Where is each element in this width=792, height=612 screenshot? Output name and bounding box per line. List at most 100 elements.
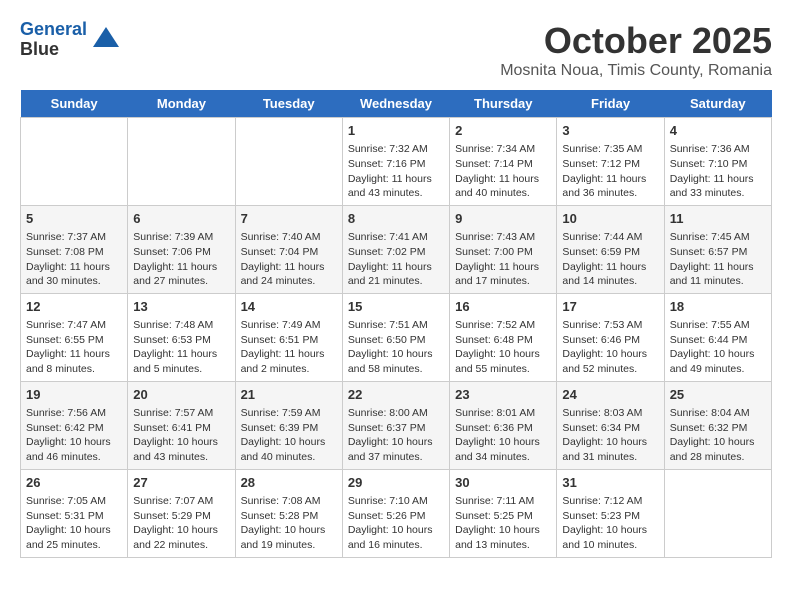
day-info: Sunrise: 7:59 AM Sunset: 6:39 PM Dayligh… (241, 406, 337, 465)
title-block: October 2025 Mosnita Noua, Timis County,… (500, 20, 772, 80)
calendar-cell: 30 Sunrise: 7:11 AM Sunset: 5:25 PM Dayli… (450, 469, 557, 557)
calendar-cell: 31 Sunrise: 7:12 AM Sunset: 5:23 PM Dayli… (557, 469, 664, 557)
weekday-header-monday: Monday (128, 90, 235, 118)
day-info: Sunrise: 7:05 AM Sunset: 5:31 PM Dayligh… (26, 494, 122, 553)
weekday-header-row: SundayMondayTuesdayWednesdayThursdayFrid… (21, 90, 772, 118)
day-number: 23 (455, 386, 551, 404)
week-row-4: 19Sunrise: 7:56 AM Sunset: 6:42 PM Dayli… (21, 381, 772, 469)
page-header: GeneralBlue October 2025 Mosnita Noua, T… (20, 20, 772, 80)
calendar-cell: 19Sunrise: 7:56 AM Sunset: 6:42 PM Dayli… (21, 381, 128, 469)
calendar-cell: 4 Sunrise: 7:36 AM Sunset: 7:10 PM Daylig… (664, 118, 771, 206)
week-row-5: 26 Sunrise: 7:05 AM Sunset: 5:31 PM Dayli… (21, 469, 772, 557)
calendar-cell: 26 Sunrise: 7:05 AM Sunset: 5:31 PM Dayli… (21, 469, 128, 557)
day-info: Sunrise: 7:53 AM Sunset: 6:46 PM Dayligh… (562, 318, 658, 377)
day-number: 12 (26, 298, 122, 316)
calendar-cell: 28 Sunrise: 7:08 AM Sunset: 5:28 PM Dayli… (235, 469, 342, 557)
day-info: Sunrise: 7:39 AM Sunset: 7:06 PM Dayligh… (133, 230, 229, 289)
day-number: 7 (241, 210, 337, 228)
calendar-cell: 9 Sunrise: 7:43 AM Sunset: 7:00 PM Daylig… (450, 205, 557, 293)
calendar-cell: 15 Sunrise: 7:51 AM Sunset: 6:50 PM Dayli… (342, 293, 449, 381)
day-info: Sunrise: 7:11 AM Sunset: 5:25 PM Dayligh… (455, 494, 551, 553)
calendar-cell: 10Sunrise: 7:44 AM Sunset: 6:59 PM Dayli… (557, 205, 664, 293)
day-number: 15 (348, 298, 444, 316)
day-number: 6 (133, 210, 229, 228)
calendar-cell: 7 Sunrise: 7:40 AM Sunset: 7:04 PM Daylig… (235, 205, 342, 293)
calendar-cell (21, 118, 128, 206)
day-info: Sunrise: 8:03 AM Sunset: 6:34 PM Dayligh… (562, 406, 658, 465)
week-row-2: 5Sunrise: 7:37 AM Sunset: 7:08 PM Daylig… (21, 205, 772, 293)
day-number: 22 (348, 386, 444, 404)
day-info: Sunrise: 7:43 AM Sunset: 7:00 PM Dayligh… (455, 230, 551, 289)
day-number: 11 (670, 210, 766, 228)
calendar-cell: 12 Sunrise: 7:47 AM Sunset: 6:55 PM Dayli… (21, 293, 128, 381)
calendar-cell: 6 Sunrise: 7:39 AM Sunset: 7:06 PM Daylig… (128, 205, 235, 293)
week-row-1: 1 Sunrise: 7:32 AM Sunset: 7:16 PM Daylig… (21, 118, 772, 206)
day-number: 29 (348, 474, 444, 492)
month-title: October 2025 (500, 20, 772, 62)
day-info: Sunrise: 7:34 AM Sunset: 7:14 PM Dayligh… (455, 142, 551, 201)
calendar-cell (235, 118, 342, 206)
day-info: Sunrise: 7:12 AM Sunset: 5:23 PM Dayligh… (562, 494, 658, 553)
day-number: 30 (455, 474, 551, 492)
day-number: 4 (670, 122, 766, 140)
weekday-header-saturday: Saturday (664, 90, 771, 118)
day-info: Sunrise: 7:35 AM Sunset: 7:12 PM Dayligh… (562, 142, 658, 201)
day-number: 13 (133, 298, 229, 316)
day-info: Sunrise: 7:47 AM Sunset: 6:55 PM Dayligh… (26, 318, 122, 377)
day-number: 19 (26, 386, 122, 404)
calendar-cell: 29Sunrise: 7:10 AM Sunset: 5:26 PM Dayli… (342, 469, 449, 557)
weekday-header-friday: Friday (557, 90, 664, 118)
calendar-cell: 5Sunrise: 7:37 AM Sunset: 7:08 PM Daylig… (21, 205, 128, 293)
calendar-cell: 17 Sunrise: 7:53 AM Sunset: 6:46 PM Dayli… (557, 293, 664, 381)
calendar-cell: 18 Sunrise: 7:55 AM Sunset: 6:44 PM Dayli… (664, 293, 771, 381)
day-info: Sunrise: 7:36 AM Sunset: 7:10 PM Dayligh… (670, 142, 766, 201)
day-number: 20 (133, 386, 229, 404)
day-info: Sunrise: 7:49 AM Sunset: 6:51 PM Dayligh… (241, 318, 337, 377)
day-info: Sunrise: 7:07 AM Sunset: 5:29 PM Dayligh… (133, 494, 229, 553)
day-number: 26 (26, 474, 122, 492)
logo-text: GeneralBlue (20, 20, 87, 60)
day-info: Sunrise: 7:57 AM Sunset: 6:41 PM Dayligh… (133, 406, 229, 465)
day-number: 1 (348, 122, 444, 140)
weekday-header-sunday: Sunday (21, 90, 128, 118)
day-number: 25 (670, 386, 766, 404)
day-info: Sunrise: 7:51 AM Sunset: 6:50 PM Dayligh… (348, 318, 444, 377)
day-number: 14 (241, 298, 337, 316)
day-number: 3 (562, 122, 658, 140)
day-number: 28 (241, 474, 337, 492)
day-number: 18 (670, 298, 766, 316)
weekday-header-wednesday: Wednesday (342, 90, 449, 118)
day-info: Sunrise: 7:55 AM Sunset: 6:44 PM Dayligh… (670, 318, 766, 377)
day-number: 9 (455, 210, 551, 228)
calendar-cell: 20 Sunrise: 7:57 AM Sunset: 6:41 PM Dayli… (128, 381, 235, 469)
calendar-cell: 22 Sunrise: 8:00 AM Sunset: 6:37 PM Dayli… (342, 381, 449, 469)
day-info: Sunrise: 8:04 AM Sunset: 6:32 PM Dayligh… (670, 406, 766, 465)
day-number: 24 (562, 386, 658, 404)
calendar-cell: 8Sunrise: 7:41 AM Sunset: 7:02 PM Daylig… (342, 205, 449, 293)
day-info: Sunrise: 7:41 AM Sunset: 7:02 PM Dayligh… (348, 230, 444, 289)
day-info: Sunrise: 8:00 AM Sunset: 6:37 PM Dayligh… (348, 406, 444, 465)
day-info: Sunrise: 7:52 AM Sunset: 6:48 PM Dayligh… (455, 318, 551, 377)
weekday-header-thursday: Thursday (450, 90, 557, 118)
day-number: 17 (562, 298, 658, 316)
week-row-3: 12 Sunrise: 7:47 AM Sunset: 6:55 PM Dayli… (21, 293, 772, 381)
calendar-cell: 3 Sunrise: 7:35 AM Sunset: 7:12 PM Daylig… (557, 118, 664, 206)
day-info: Sunrise: 7:40 AM Sunset: 7:04 PM Dayligh… (241, 230, 337, 289)
logo-icon (91, 25, 121, 55)
day-number: 10 (562, 210, 658, 228)
day-info: Sunrise: 7:32 AM Sunset: 7:16 PM Dayligh… (348, 142, 444, 201)
calendar-cell: 1 Sunrise: 7:32 AM Sunset: 7:16 PM Daylig… (342, 118, 449, 206)
day-number: 21 (241, 386, 337, 404)
subtitle: Mosnita Noua, Timis County, Romania (500, 62, 772, 80)
calendar-table: SundayMondayTuesdayWednesdayThursdayFrid… (20, 90, 772, 558)
day-number: 31 (562, 474, 658, 492)
day-info: Sunrise: 7:08 AM Sunset: 5:28 PM Dayligh… (241, 494, 337, 553)
calendar-cell: 16 Sunrise: 7:52 AM Sunset: 6:48 PM Dayli… (450, 293, 557, 381)
calendar-cell: 25 Sunrise: 8:04 AM Sunset: 6:32 PM Dayli… (664, 381, 771, 469)
day-info: Sunrise: 7:45 AM Sunset: 6:57 PM Dayligh… (670, 230, 766, 289)
day-info: Sunrise: 8:01 AM Sunset: 6:36 PM Dayligh… (455, 406, 551, 465)
day-number: 16 (455, 298, 551, 316)
weekday-header-tuesday: Tuesday (235, 90, 342, 118)
day-number: 5 (26, 210, 122, 228)
calendar-cell: 14 Sunrise: 7:49 AM Sunset: 6:51 PM Dayli… (235, 293, 342, 381)
